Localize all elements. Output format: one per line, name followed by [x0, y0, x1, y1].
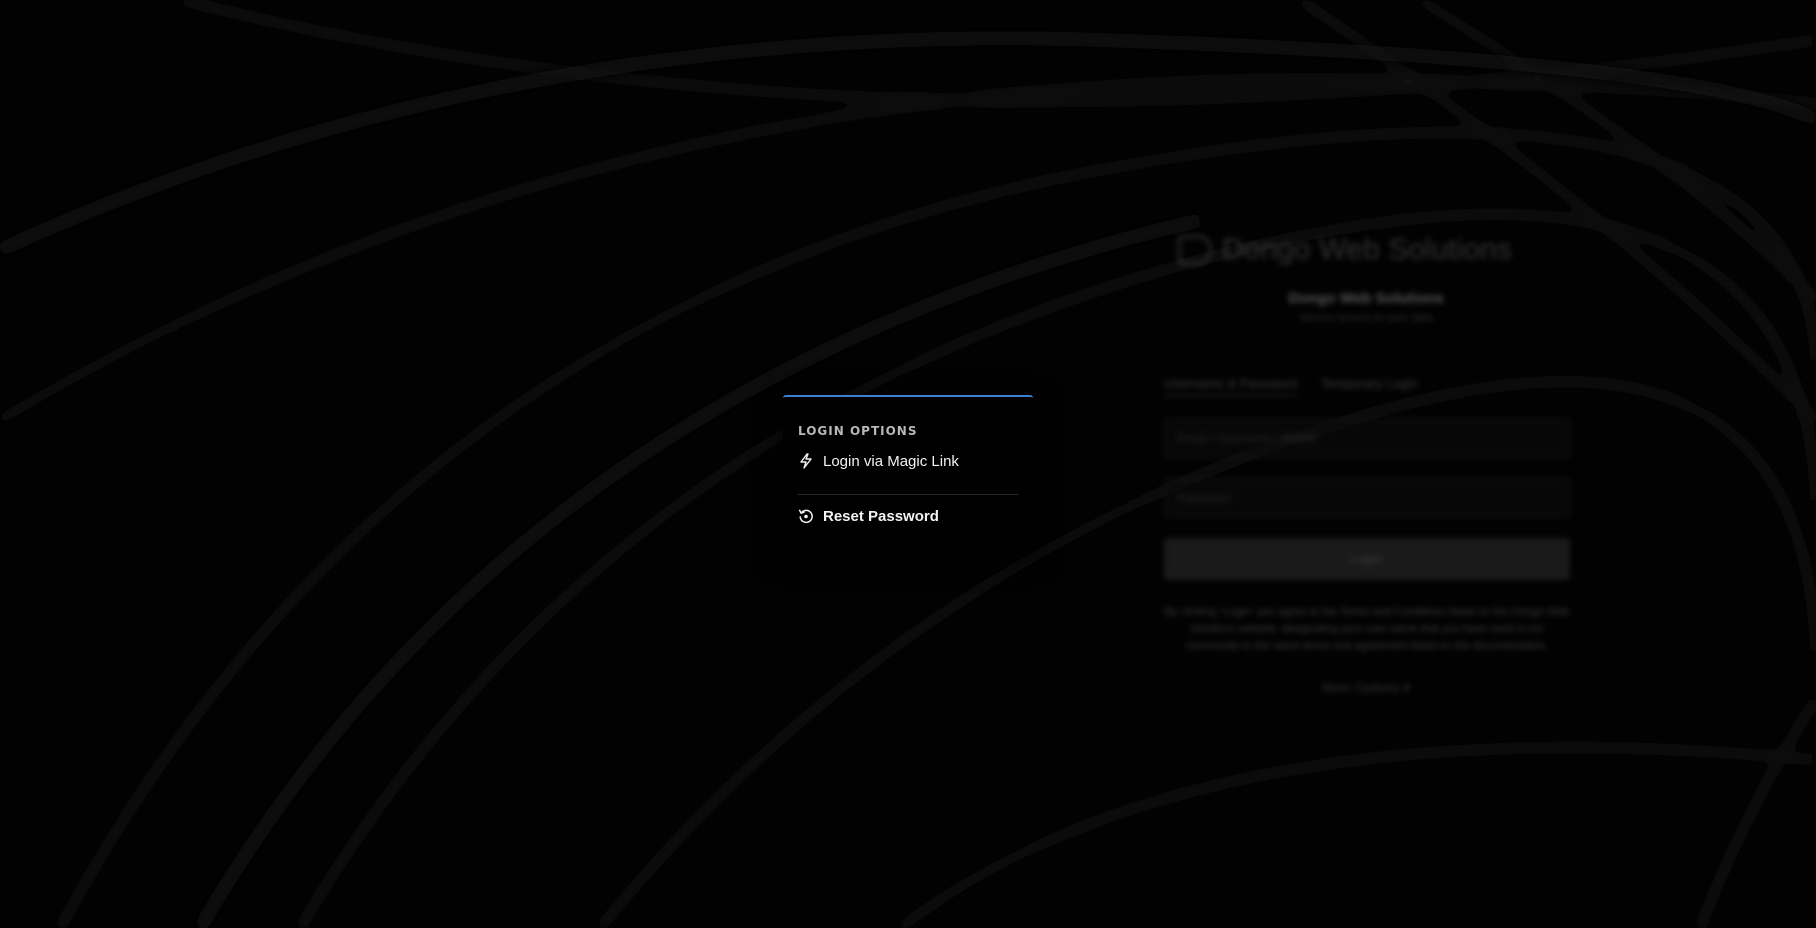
- lightning-icon: [798, 453, 814, 469]
- login-button[interactable]: Login: [1164, 538, 1570, 580]
- login-via-magic-link-option[interactable]: Login via Magic Link: [798, 447, 1018, 475]
- options-divider: [798, 494, 1018, 495]
- reset-password-option[interactable]: Reset Password: [798, 502, 1018, 530]
- tab-temporary-login[interactable]: Temporary Login: [1321, 376, 1418, 396]
- reset-icon: [798, 508, 814, 524]
- background-login-form: Dongo Web Solutions Dongo Web Solutions …: [1160, 220, 1572, 700]
- terms-text: By clicking "Login" you agree to the Ter…: [1164, 606, 1570, 652]
- login-method-tabs: Username & Password Temporary Login: [1164, 376, 1418, 396]
- login-page: Dongo Web Solutions Dongo Web Solutions …: [0, 0, 1816, 928]
- login-options-header: LOGIN OPTIONS: [798, 424, 918, 438]
- form-title: Dongo Web Solutions: [1288, 290, 1444, 307]
- form-subtitle: Secure access to your data: [1299, 312, 1433, 324]
- more-options-link[interactable]: More Options ▾: [1160, 680, 1572, 696]
- username-field[interactable]: Email / Username / Mobile: [1164, 418, 1570, 458]
- login-via-magic-link-label: Login via Magic Link: [823, 452, 959, 470]
- brand-logo: Dongo Web Solutions: [1178, 228, 1558, 272]
- brand-logo-icon: [1178, 235, 1212, 265]
- password-field[interactable]: Password: [1164, 478, 1570, 518]
- reset-password-label: Reset Password: [823, 507, 939, 525]
- tab-username-password[interactable]: Username & Password: [1164, 376, 1297, 396]
- login-options-popup: LOGIN OPTIONS Login via Magic Link Reset…: [783, 395, 1033, 549]
- brand-name: Dongo Web Solutions: [1222, 233, 1512, 266]
